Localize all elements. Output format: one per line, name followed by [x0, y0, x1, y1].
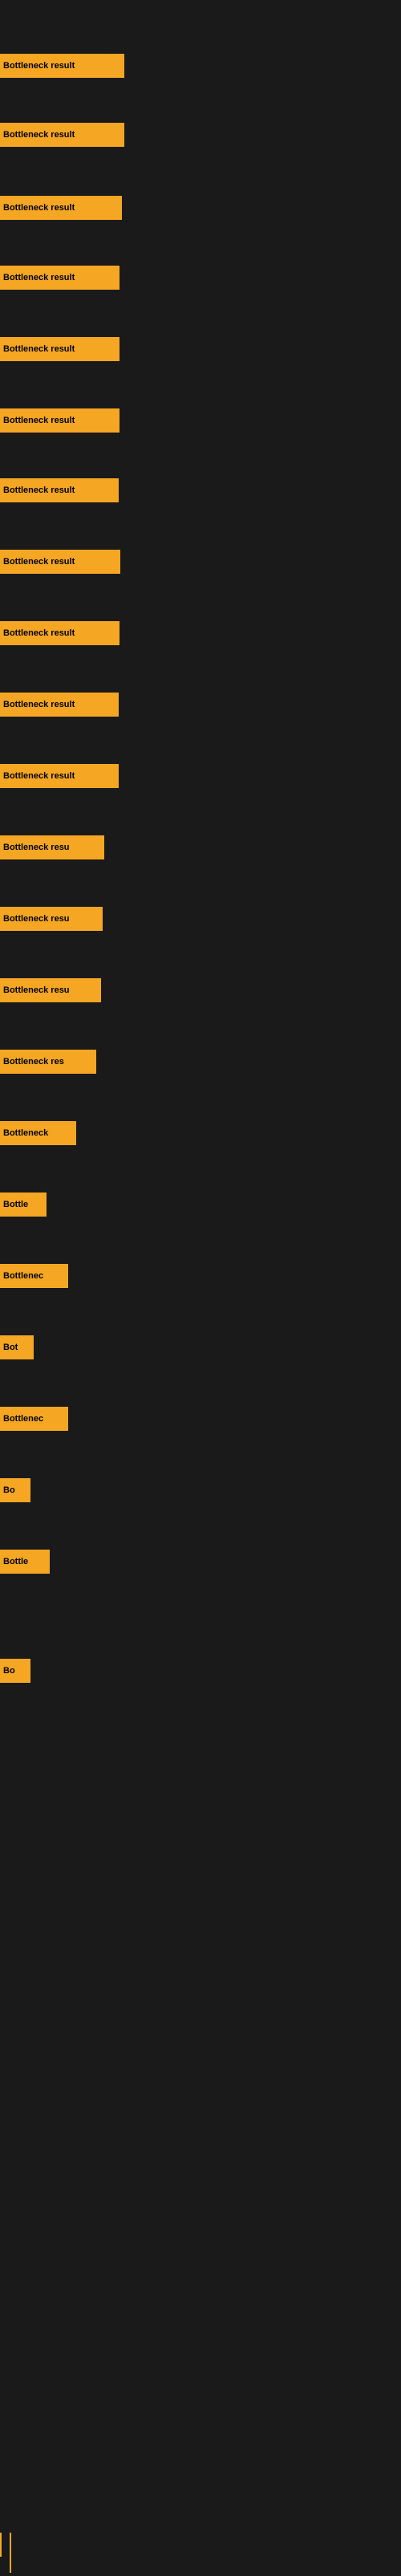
bottleneck-label-18: Bot — [0, 1343, 21, 1352]
vertical-line — [0, 2533, 2, 2557]
bottleneck-bar-20: Bo — [0, 1478, 30, 1502]
bottleneck-bar-13: Bottleneck resu — [0, 978, 101, 1002]
bottleneck-label-19: Bottlenec — [0, 1414, 47, 1424]
bottleneck-bar-6: Bottleneck result — [0, 478, 119, 502]
bottleneck-bar-3: Bottleneck result — [0, 266, 119, 290]
bottleneck-bar-9: Bottleneck result — [0, 693, 119, 717]
bottleneck-label-2: Bottleneck result — [0, 203, 78, 213]
bottleneck-label-0: Bottleneck result — [0, 61, 78, 71]
bottleneck-label-17: Bottlenec — [0, 1271, 47, 1281]
bottleneck-label-9: Bottleneck result — [0, 700, 78, 709]
bottleneck-label-5: Bottleneck result — [0, 416, 78, 425]
bottleneck-label-7: Bottleneck result — [0, 557, 78, 567]
bottleneck-bar-17: Bottlenec — [0, 1264, 68, 1288]
bottleneck-bar-1: Bottleneck result — [0, 123, 124, 147]
bottleneck-label-3: Bottleneck result — [0, 273, 78, 282]
bottleneck-bar-21: Bottle — [0, 1550, 50, 1574]
bottleneck-label-6: Bottleneck result — [0, 486, 78, 495]
bottleneck-bar-10: Bottleneck result — [0, 764, 119, 788]
bottleneck-label-16: Bottle — [0, 1200, 31, 1209]
bottleneck-bar-12: Bottleneck resu — [0, 907, 103, 931]
bottleneck-label-12: Bottleneck resu — [0, 914, 73, 924]
bottleneck-bar-19: Bottlenec — [0, 1407, 68, 1431]
bottleneck-label-15: Bottleneck — [0, 1128, 51, 1138]
bottleneck-label-14: Bottleneck res — [0, 1057, 67, 1067]
bottleneck-bar-5: Bottleneck result — [0, 408, 119, 433]
bottleneck-bar-15: Bottleneck — [0, 1121, 76, 1145]
bottleneck-label-20: Bo — [0, 1485, 18, 1495]
bottleneck-label-4: Bottleneck result — [0, 344, 78, 354]
bottleneck-label-8: Bottleneck result — [0, 628, 78, 638]
bottleneck-label-13: Bottleneck resu — [0, 985, 73, 995]
bottleneck-bar-22: Bo — [0, 1659, 30, 1683]
bottleneck-bar-18: Bot — [0, 1335, 34, 1359]
bottleneck-bar-16: Bottle — [0, 1193, 47, 1217]
site-title — [0, 0, 401, 8]
bottleneck-label-11: Bottleneck resu — [0, 843, 73, 852]
bottleneck-label-10: Bottleneck result — [0, 771, 78, 781]
bottleneck-label-21: Bottle — [0, 1557, 31, 1566]
bottleneck-bar-0: Bottleneck result — [0, 54, 124, 78]
bottleneck-label-22: Bo — [0, 1666, 18, 1676]
bottleneck-label-1: Bottleneck result — [0, 130, 78, 140]
bottleneck-bar-11: Bottleneck resu — [0, 835, 104, 859]
bottom-vertical-line — [10, 2533, 11, 2573]
bottleneck-bar-7: Bottleneck result — [0, 550, 120, 574]
bottleneck-bar-8: Bottleneck result — [0, 621, 119, 645]
bottleneck-bar-2: Bottleneck result — [0, 196, 122, 220]
bottleneck-bar-4: Bottleneck result — [0, 337, 119, 361]
bottleneck-bar-14: Bottleneck res — [0, 1050, 96, 1074]
